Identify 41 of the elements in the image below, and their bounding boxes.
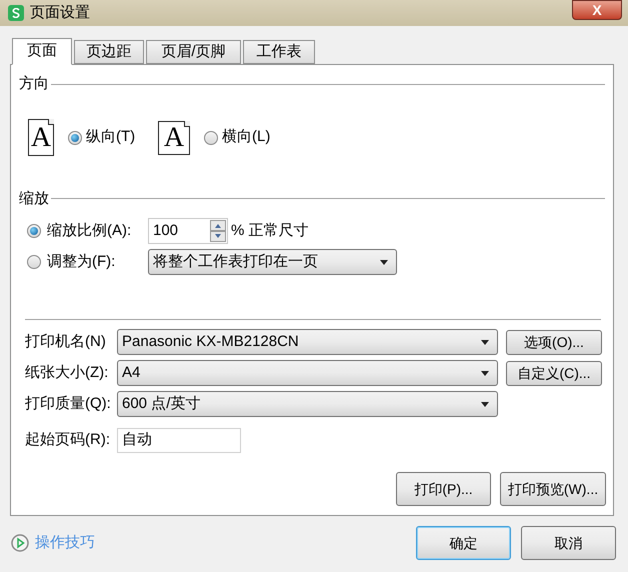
dropdown[interactable]: 600 点/英寸 (117, 391, 498, 417)
radio-button[interactable] (27, 224, 41, 238)
radio-label[interactable]: 缩放比例(A): (47, 220, 132, 242)
caret-icon (380, 260, 388, 264)
radio-label[interactable]: 纵向(T) (86, 126, 136, 149)
section-heading: 方向 (19, 74, 49, 94)
dropdown[interactable]: A4 (117, 360, 498, 386)
section-heading: 缩放 (19, 188, 49, 208)
dialog-button[interactable]: 打印预览(W)... (500, 472, 606, 506)
app-icon (8, 5, 24, 21)
field-label: 打印质量(Q): (25, 394, 112, 414)
dropdown[interactable]: 将整个工作表打印在一页 (148, 249, 397, 275)
field-label: 纸张大小(Z): (25, 362, 110, 383)
radio-label[interactable]: 横向(L) (222, 126, 270, 149)
radio-button[interactable] (204, 130, 218, 144)
radio-label[interactable]: 调整为(F): (47, 250, 116, 274)
field-label: 起始页码(R): (25, 430, 111, 450)
tab[interactable]: 工作表 (243, 40, 315, 64)
caret-icon (481, 402, 489, 406)
caret-icon (481, 370, 489, 376)
caret-icon (481, 340, 489, 344)
tab[interactable]: 页面 (12, 38, 72, 65)
tab[interactable]: 页边距 (74, 40, 144, 64)
window-title: 页面设置 (30, 2, 90, 23)
landscape-page-icon: A (158, 120, 190, 154)
text-field[interactable]: 自动 (117, 428, 241, 452)
radio-button[interactable] (27, 255, 41, 269)
option-button[interactable]: 选项(O)... (506, 330, 602, 354)
dialog-button[interactable]: 打印(P)... (396, 472, 491, 506)
spin-field[interactable]: 100 (148, 218, 228, 244)
dialog-button[interactable]: 取消 (521, 526, 616, 560)
portrait-page-icon: A (28, 119, 54, 156)
field-label: 打印机名(N) (25, 332, 107, 352)
dialog-button[interactable]: 确定 (416, 526, 511, 560)
option-button[interactable]: 自定义(C)... (506, 360, 602, 386)
spinner-arrows-icon (210, 220, 226, 242)
dropdown[interactable]: Panasonic KX-MB2128CN (117, 329, 498, 355)
scale-unit-label: % 正常尺寸 (231, 220, 309, 241)
tab[interactable]: 页眉/页脚 (146, 40, 241, 64)
play-icon (11, 534, 29, 552)
radio-button[interactable] (68, 130, 82, 144)
